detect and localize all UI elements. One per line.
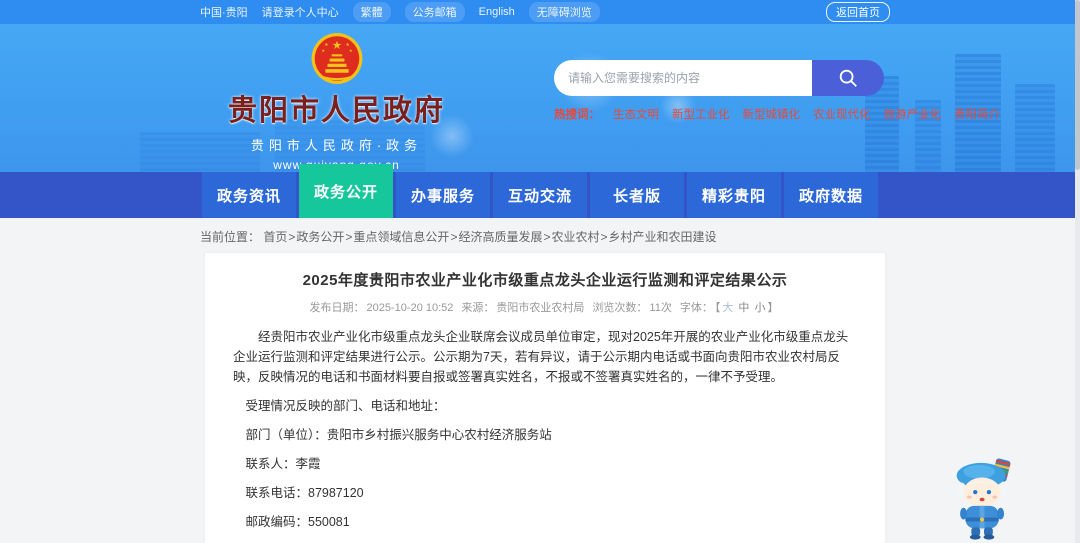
nav-item-services[interactable]: 办事服务 (396, 172, 490, 218)
svg-text:★: ★ (348, 48, 352, 53)
topbar-link-login-personal-center[interactable]: 请登录个人中心 (262, 4, 339, 20)
hot-term-tourism[interactable]: 旅游产业化 (884, 106, 942, 122)
breadcrumb-economy[interactable]: 经济高质量发展 (458, 230, 542, 244)
nav-item-government-news[interactable]: 政务资讯 (202, 172, 296, 218)
source-value: 贵阳市农业农村局 (496, 302, 585, 314)
search-area: 热搜词： 生态文明 新型工业化 新型城镇化 农业现代化 旅游产业化 贵阳简介 (554, 60, 1000, 172)
search-button[interactable] (812, 60, 884, 96)
hot-search-row: 热搜词： 生态文明 新型工业化 新型城镇化 农业现代化 旅游产业化 贵阳简介 (554, 106, 1000, 122)
font-size-large-button[interactable]: 大 (722, 302, 733, 314)
breadcrumb-key-info[interactable]: 重点领域信息公开 (353, 230, 449, 244)
font-size-bracket: 【 (714, 302, 721, 314)
breadcrumb-gov-disclosure[interactable]: 政务公开 (296, 230, 344, 244)
publish-date-label: 发布日期： (309, 302, 365, 314)
breadcrumb-agriculture[interactable]: 农业农村 (551, 230, 599, 244)
cityscape-building (1015, 84, 1055, 172)
font-size-medium-button[interactable]: 中 (738, 302, 749, 314)
site-subtitle: 贵阳市人民政府·政务 (250, 138, 423, 153)
article-meta: 发布日期： 2025-10-20 10:52 来源： 贵阳市农业农村局 浏览次数： 11次… (233, 299, 857, 315)
topbar-link-official-mail[interactable]: 公务邮箱 (404, 2, 465, 22)
topbar-link-accessibility[interactable]: 无障碍浏览 (528, 2, 600, 22)
breadcrumb-separator: > (600, 230, 608, 244)
article-line-postcode: 邮政编码：550081 (245, 515, 350, 529)
nav-item-government-data[interactable]: 政府数据 (784, 172, 878, 218)
national-emblem-icon: ★ ★ ★ ★ ★ (311, 33, 362, 84)
nav-item-government-disclosure[interactable]: 政务公开 (299, 164, 393, 218)
site-header: ★ ★ ★ ★ ★ 贵阳市人民政府 贵阳市人民政府·政务 www.guiyang… (0, 24, 1080, 172)
mascot-assistant[interactable] (952, 457, 1018, 541)
return-home-button[interactable]: 返回首页 (826, 2, 890, 22)
nav-item-senior-version[interactable]: 长者版 (590, 172, 684, 218)
topbar-link-english[interactable]: English (479, 6, 515, 18)
nav-item-interaction[interactable]: 互动交流 (493, 172, 587, 218)
scrollbar[interactable] (1075, 0, 1080, 543)
main-nav: 政务资讯 政务公开 办事服务 互动交流 长者版 精彩贵阳 政府数据 (0, 164, 1080, 218)
hot-term-urbanization[interactable]: 新型城镇化 (743, 106, 801, 122)
font-size-small-button[interactable]: 小 (754, 302, 765, 314)
font-size-bracket: 】 (767, 302, 779, 314)
breadcrumb-separator: > (543, 230, 551, 244)
topbar-link-china-guiyang[interactable]: 中国·贵阳 (200, 4, 248, 20)
views-value: 11次 (649, 302, 672, 314)
breadcrumb-separator: > (288, 230, 296, 244)
breadcrumb-home[interactable]: 首页 (263, 230, 287, 244)
nav-item-wonderful-guiyang[interactable]: 精彩贵阳 (687, 172, 781, 218)
article-line-acceptance: 受理情况反映的部门、电话和地址： (245, 399, 446, 413)
svg-text:★: ★ (331, 39, 341, 52)
source-label: 来源： (461, 302, 495, 314)
scrollbar-thumb[interactable] (1075, 0, 1080, 170)
hot-term-guiyang-intro[interactable]: 贵阳简介 (954, 106, 1000, 122)
topbar-link-traditional-chinese[interactable]: 繁體 (352, 2, 391, 22)
topbar: 中国·贵阳 请登录个人中心 繁體 公务邮箱 English 无障碍浏览 返回首页 (0, 0, 1080, 24)
search-icon (839, 69, 857, 87)
breadcrumb-separator: > (345, 230, 353, 244)
hot-term-ecology[interactable]: 生态文明 (613, 106, 659, 122)
article-line-phone: 联系电话：87987120 (245, 486, 364, 500)
svg-text:★: ★ (321, 48, 325, 53)
article-paragraph-intro: 经贵阳市农业产业化市级重点龙头企业联席会议成员单位审定，现对2025年开展的农业… (233, 330, 849, 384)
breadcrumb-separator: > (450, 230, 458, 244)
hot-search-label: 热搜词： (554, 109, 600, 121)
views-label: 浏览次数： (592, 302, 648, 314)
hot-term-agriculture[interactable]: 农业现代化 (813, 106, 871, 122)
font-size-label: 字体： (679, 302, 713, 314)
site-brand[interactable]: ★ ★ ★ ★ ★ 贵阳市人民政府 贵阳市人民政府·政务 www.guiyang… (228, 24, 445, 172)
hot-term-industry[interactable]: 新型工业化 (672, 106, 730, 122)
article-line-contact-person: 联系人：李霞 (245, 457, 321, 471)
svg-text:★: ★ (345, 42, 349, 48)
search-input[interactable] (554, 60, 812, 96)
publish-date: 2025-10-20 10:52 (366, 302, 454, 314)
svg-text:★: ★ (324, 42, 328, 48)
article-card: 2025年度贵阳市农业产业化市级重点龙头企业运行监测和评定结果公示 发布日期： 2… (205, 253, 885, 543)
breadcrumb-label: 当前位置： (200, 230, 261, 244)
breadcrumb: 当前位置： 首页>政务公开>重点领域信息公开>经济高质量发展>农业农村>乡村产业… (0, 218, 1080, 253)
breadcrumb-rural-industry[interactable]: 乡村产业和农田建设 (609, 230, 717, 244)
article-line-department: 部门（单位）：贵阳市乡村振兴服务中心农村经济服务站 (245, 428, 552, 442)
article-title: 2025年度贵阳市农业产业化市级重点龙头企业运行监测和评定结果公示 (302, 272, 788, 289)
site-title: 贵阳市人民政府 (228, 95, 446, 127)
